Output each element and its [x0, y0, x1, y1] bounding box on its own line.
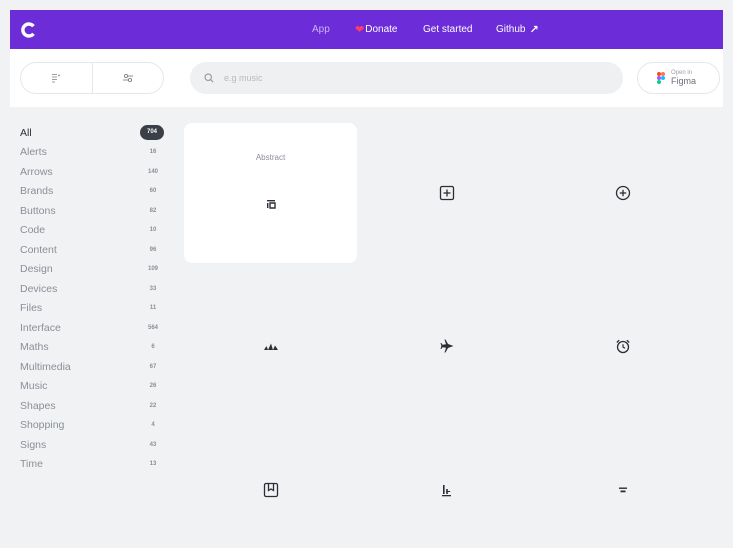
view-toggle: [20, 62, 164, 94]
category-count: 26: [149, 383, 157, 390]
category-label: Content: [20, 243, 57, 256]
category-label: Music: [20, 380, 48, 393]
options-icon: [122, 73, 133, 83]
category-count: 96: [149, 246, 157, 253]
align-bottom-icon: [441, 485, 451, 497]
list-icon: [52, 74, 61, 83]
category-item-code[interactable]: Code 10: [20, 221, 164, 241]
app-frame: App ❤ Donate Get started Github ↗ e.g mu…: [10, 10, 723, 538]
category-item-buttons[interactable]: Buttons 82: [20, 201, 164, 221]
figma-button-text: Open in Figma: [671, 70, 696, 86]
adidas-icon: [263, 343, 278, 350]
search-icon: [204, 73, 214, 83]
icon-card-add-box[interactable]: [360, 123, 533, 263]
airplane-icon: [440, 339, 453, 353]
category-label: Arrows: [20, 165, 53, 178]
category-label: Time: [20, 458, 43, 471]
category-label: Alerts: [20, 146, 47, 159]
icon-card-align-center[interactable]: [536, 420, 709, 538]
category-label: Shopping: [20, 419, 65, 432]
category-count: 6: [151, 344, 155, 351]
category-label: Maths: [20, 341, 49, 354]
nav-github-link[interactable]: Github ↗: [496, 10, 539, 49]
category-label: All: [20, 126, 32, 139]
category-item-content[interactable]: Content 96: [20, 240, 164, 260]
icon-card-alarm[interactable]: [536, 276, 709, 416]
figma-button-label: Figma: [671, 76, 697, 86]
category-item-devices[interactable]: Devices 33: [20, 279, 164, 299]
category-item-maths[interactable]: Maths 6: [20, 338, 164, 358]
nav-donate-link[interactable]: ❤ Donate: [355, 10, 397, 49]
category-item-files[interactable]: Files 11: [20, 299, 164, 319]
category-item-signs[interactable]: Signs 43: [20, 435, 164, 455]
alarm-icon: [615, 339, 630, 354]
category-label: Interface: [20, 321, 61, 334]
nav-donate-label: Donate: [365, 24, 398, 35]
category-label: Buttons: [20, 204, 56, 217]
nav-app-link[interactable]: App: [312, 10, 330, 49]
category-item-all[interactable]: All 704: [20, 123, 164, 143]
list-view-button[interactable]: [21, 63, 92, 93]
category-label: Multimedia: [20, 360, 71, 373]
nav-github-label: Github: [496, 24, 526, 35]
category-item-time[interactable]: Time 13: [20, 455, 164, 475]
toolbar: Open in Figma: [10, 49, 723, 107]
css-gg-logo-icon[interactable]: [19, 20, 39, 40]
category-sidebar: All 704 Alerts 16 Arrows 140 Brands 60 Butto…: [20, 123, 164, 474]
album-icon: [263, 482, 278, 498]
category-label: Code: [20, 224, 46, 237]
category-item-music[interactable]: Music 26: [20, 377, 164, 397]
category-item-alerts[interactable]: Alerts 16: [20, 143, 164, 163]
category-label: Design: [20, 263, 53, 276]
category-item-design[interactable]: Design 109: [20, 260, 164, 280]
arrow-top-right-icon: ↗: [529, 24, 539, 36]
category-count: 564: [147, 324, 158, 331]
icon-card-adidas[interactable]: [184, 276, 357, 416]
icon-card-airplane[interactable]: [360, 276, 533, 416]
align-center-icon: [618, 487, 627, 493]
top-navbar: App ❤ Donate Get started Github ↗: [10, 10, 723, 49]
icon-card-align-bottom[interactable]: [360, 420, 533, 538]
category-item-interface[interactable]: Interface 564: [20, 318, 164, 338]
category-label: Files: [20, 302, 43, 315]
category-count: 109: [147, 266, 158, 273]
nav-get-started-link[interactable]: Get started: [423, 10, 472, 49]
category-count: 16: [149, 149, 157, 156]
category-label: Shapes: [20, 399, 56, 412]
figma-icon: [657, 72, 665, 84]
category-count: 11: [149, 305, 157, 312]
category-count: 22: [149, 402, 157, 409]
category-item-shopping[interactable]: Shopping 4: [20, 416, 164, 436]
open-in-figma-button[interactable]: Open in Figma: [637, 62, 720, 94]
category-label: Brands: [20, 185, 54, 198]
icon-card-album[interactable]: [184, 420, 357, 538]
search-input[interactable]: [224, 73, 604, 83]
add-box-icon: [439, 185, 454, 201]
category-count: 140: [147, 168, 158, 175]
search-bar[interactable]: [190, 62, 623, 94]
category-count: 60: [149, 188, 157, 195]
category-item-multimedia[interactable]: Multimedia 67: [20, 357, 164, 377]
icon-card-label: Abstract: [255, 153, 286, 162]
category-label: Signs: [20, 438, 47, 451]
add-circle-icon: [615, 185, 630, 201]
category-count: 13: [149, 461, 157, 468]
abstract-icon: [266, 200, 276, 209]
heart-icon: ❤: [355, 24, 365, 36]
category-count: 10: [149, 227, 157, 234]
icon-card-abstract[interactable]: Abstract: [184, 123, 357, 263]
category-count-badge: 704: [140, 125, 164, 141]
category-item-arrows[interactable]: Arrows 140: [20, 162, 164, 182]
category-count: 43: [149, 441, 157, 448]
category-item-brands[interactable]: Brands 60: [20, 182, 164, 202]
category-count: 67: [149, 363, 157, 370]
category-count: 82: [149, 207, 157, 214]
category-label: Devices: [20, 282, 58, 295]
category-count: 4: [151, 422, 155, 429]
category-count: 33: [149, 285, 157, 292]
category-item-shapes[interactable]: Shapes 22: [20, 396, 164, 416]
filter-settings-button[interactable]: [91, 63, 164, 93]
icon-card-add-circle[interactable]: [536, 123, 709, 263]
